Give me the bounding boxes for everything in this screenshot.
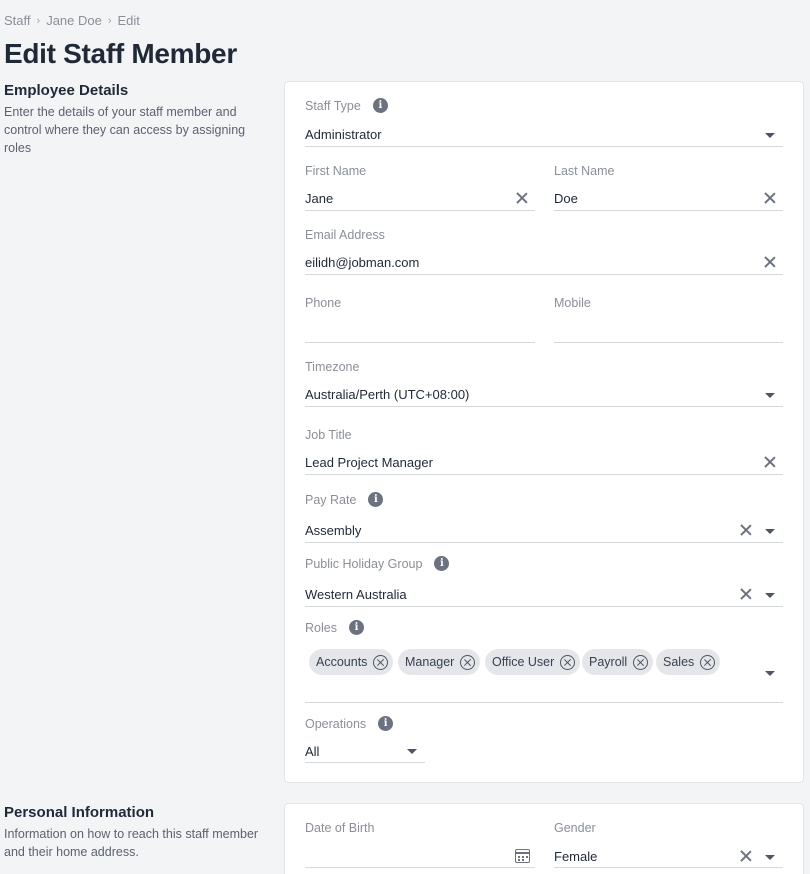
- operations-value: All: [305, 744, 320, 759]
- chevron-right-icon: ›: [36, 14, 41, 27]
- email-label: Email Address: [305, 228, 385, 242]
- last-name-input[interactable]: Doe: [554, 191, 578, 206]
- last-name-field[interactable]: Last Name Doe: [554, 164, 783, 212]
- personal-info-description: Information on how to reach this staff m…: [4, 827, 259, 859]
- chevron-down-icon[interactable]: [765, 593, 775, 598]
- info-icon[interactable]: i: [372, 98, 388, 113]
- clear-icon[interactable]: [739, 523, 753, 537]
- clear-icon[interactable]: [515, 191, 529, 205]
- chevron-right-icon: ›: [107, 14, 112, 27]
- holiday-group-field[interactable]: Public Holiday Group i Western Australia: [305, 556, 783, 608]
- chevron-down-icon[interactable]: [765, 855, 775, 860]
- clear-icon[interactable]: [763, 255, 777, 269]
- role-chip-accounts: Accounts: [309, 649, 394, 675]
- job-title-label: Job Title: [305, 428, 352, 442]
- gender-value: Female: [554, 849, 598, 864]
- remove-chip-icon[interactable]: [700, 654, 716, 670]
- staff-type-field[interactable]: Staff Type i Administrator: [305, 98, 783, 148]
- roles-label: Roles: [305, 620, 337, 635]
- remove-chip-icon[interactable]: [633, 654, 649, 670]
- gender-label: Gender: [554, 821, 596, 835]
- info-icon[interactable]: i: [368, 492, 384, 507]
- role-chip-office-user: Office User: [485, 649, 581, 675]
- chevron-down-icon[interactable]: [765, 393, 775, 398]
- clear-icon[interactable]: [739, 587, 753, 601]
- chevron-down-icon[interactable]: [765, 671, 775, 676]
- role-chip-sales: Sales: [656, 649, 721, 675]
- personal-info-title: Personal Information: [4, 804, 155, 821]
- pay-rate-label: Pay Rate: [305, 492, 357, 507]
- first-name-field[interactable]: First Name Jane: [305, 164, 535, 212]
- page-title: Edit Staff Member: [4, 38, 237, 69]
- info-icon[interactable]: i: [378, 716, 394, 731]
- email-field[interactable]: Email Address eilidh@jobman.com: [305, 228, 783, 276]
- chevron-down-icon[interactable]: [407, 749, 417, 754]
- timezone-value: Australia/Perth (UTC+08:00): [305, 387, 470, 402]
- mobile-field[interactable]: Mobile: [554, 296, 783, 344]
- phone-label: Phone: [305, 296, 342, 310]
- mobile-label: Mobile: [554, 296, 591, 310]
- chevron-down-icon[interactable]: [765, 529, 775, 534]
- dob-label: Date of Birth: [305, 821, 375, 835]
- remove-chip-icon[interactable]: [460, 654, 476, 670]
- breadcrumb-staff[interactable]: Staff: [4, 13, 31, 28]
- breadcrumb: Staff › Jane Doe › Edit: [4, 13, 140, 28]
- role-chip-payroll: Payroll: [582, 649, 654, 675]
- employee-details-title: Employee Details: [4, 82, 129, 99]
- operations-label: Operations: [305, 716, 367, 731]
- staff-type-label: Staff Type: [305, 98, 361, 113]
- staff-type-value: Administrator: [305, 127, 382, 142]
- roles-field[interactable]: Roles i Accounts Manager Office User Payr…: [305, 620, 783, 704]
- operations-field[interactable]: Operations i All: [305, 716, 425, 764]
- clear-icon[interactable]: [763, 191, 777, 205]
- breadcrumb-edit: Edit: [117, 13, 140, 28]
- info-icon[interactable]: i: [348, 620, 364, 635]
- pay-rate-value: Assembly: [305, 523, 362, 538]
- gender-field[interactable]: Gender Female: [554, 821, 783, 869]
- timezone-field[interactable]: Timezone Australia/Perth (UTC+08:00): [305, 360, 783, 408]
- remove-chip-icon[interactable]: [373, 654, 389, 670]
- personal-info-card: Date of Birth Gender Female: [284, 803, 804, 874]
- dob-field[interactable]: Date of Birth: [305, 821, 535, 869]
- last-name-label: Last Name: [554, 164, 615, 178]
- chevron-down-icon[interactable]: [765, 133, 775, 138]
- job-title-field[interactable]: Job Title Lead Project Manager: [305, 428, 783, 476]
- email-input[interactable]: eilidh@jobman.com: [305, 255, 419, 270]
- holiday-group-value: Western Australia: [305, 587, 407, 602]
- breadcrumb-jane-doe[interactable]: Jane Doe: [46, 13, 102, 28]
- phone-field[interactable]: Phone: [305, 296, 535, 344]
- first-name-input[interactable]: Jane: [305, 191, 333, 206]
- role-chip-manager: Manager: [398, 649, 481, 675]
- holiday-group-label: Public Holiday Group: [305, 556, 423, 571]
- timezone-label: Timezone: [305, 360, 360, 374]
- pay-rate-field[interactable]: Pay Rate i Assembly: [305, 492, 783, 544]
- info-icon[interactable]: i: [434, 556, 450, 571]
- employee-details-description: Enter the details of your staff member a…: [4, 105, 246, 155]
- clear-icon[interactable]: [763, 455, 777, 469]
- clear-icon[interactable]: [739, 849, 753, 863]
- calendar-icon[interactable]: [515, 849, 530, 863]
- remove-chip-icon[interactable]: [560, 654, 576, 670]
- first-name-label: First Name: [305, 164, 367, 178]
- job-title-input[interactable]: Lead Project Manager: [305, 455, 433, 470]
- employee-details-card: Staff Type i Administrator First Name Jan…: [284, 81, 804, 783]
